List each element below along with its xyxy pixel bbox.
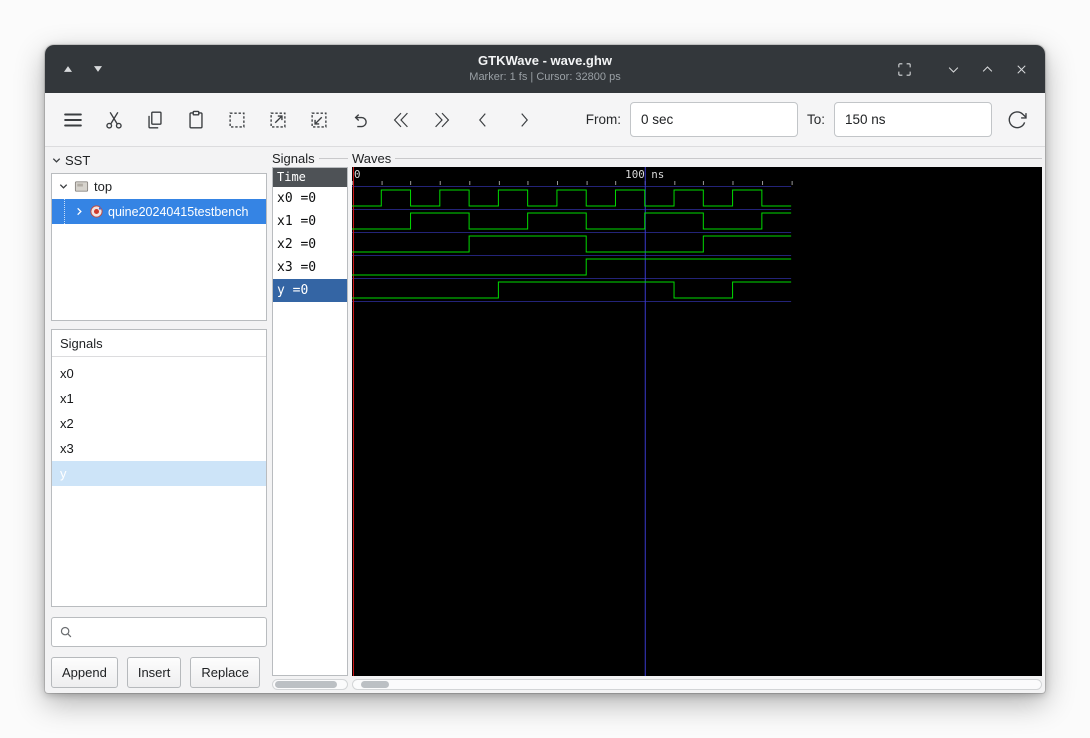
sst-section-header[interactable]: SST [51, 149, 267, 171]
window-title-area: GTKWave - wave.ghw Marker: 1 fs | Cursor… [469, 53, 620, 84]
clipboard-icon [189, 110, 203, 128]
signal-item-x0[interactable]: x0 [52, 361, 266, 386]
undo-button[interactable] [344, 104, 376, 136]
expand-arrow-icon [270, 111, 286, 128]
chevron-down-icon [52, 157, 61, 163]
signal-item-y[interactable]: y [52, 461, 266, 486]
signal-item-x1[interactable]: x1 [52, 386, 266, 411]
to-label: To: [806, 112, 825, 127]
signal-item-x3[interactable]: x3 [52, 436, 266, 461]
close-icon [1017, 64, 1026, 74]
waves-hscrollbar[interactable] [352, 679, 1042, 690]
waves-panel: Waves 0 100 ns [352, 149, 1042, 690]
zoom-to-end-button[interactable] [426, 104, 458, 136]
chevron-up-icon [982, 65, 993, 72]
waveform-plot: 0 100 ns [352, 167, 793, 676]
undo-icon [354, 113, 367, 127]
module-icon [74, 181, 89, 192]
name-row-x1[interactable]: x1 =0 [273, 210, 347, 233]
tree-item-label: top [94, 179, 113, 194]
gtkwave-window: GTKWave - wave.ghw Marker: 1 fs | Cursor… [45, 45, 1045, 693]
window-status-subtitle: Marker: 1 fs | Cursor: 32800 ps [469, 71, 621, 84]
titlebar-left-controls [61, 45, 105, 93]
window-minimize-button[interactable] [944, 60, 963, 79]
names-hscrollbar[interactable] [272, 679, 348, 690]
copy-button[interactable] [139, 104, 171, 136]
from-label: From: [585, 112, 621, 127]
shift-right-button[interactable] [508, 104, 540, 136]
name-row-y[interactable]: y =0 [273, 279, 347, 302]
paste-button[interactable] [180, 104, 212, 136]
toolbar: From: To: [45, 93, 1045, 147]
signals-list-title: Signals [52, 330, 266, 357]
double-chevron-left-icon [393, 112, 408, 127]
zoom-fit-button[interactable] [221, 104, 253, 136]
triangle-down-icon [94, 66, 102, 72]
pane-up-button[interactable] [61, 62, 75, 76]
name-row-x0[interactable]: x0 =0 [273, 187, 347, 210]
window-maximize-button[interactable] [978, 60, 997, 79]
cut-button[interactable] [98, 104, 130, 136]
time-header[interactable]: Time [273, 168, 347, 187]
testbench-icon [90, 205, 103, 218]
reload-icon [1008, 110, 1027, 128]
triangle-up-icon [64, 66, 72, 72]
reload-button[interactable] [1001, 104, 1033, 136]
chevron-right-icon [521, 112, 528, 127]
signal-names-panel: Signals Time x0 =0 x1 =0 x2 =0 x3 =0 y =… [272, 149, 348, 690]
replace-button[interactable]: Replace [190, 657, 261, 688]
search-icon [60, 626, 72, 638]
from-input[interactable] [629, 102, 798, 137]
shift-left-button[interactable] [467, 104, 499, 136]
tree-item-testbench[interactable]: quine20240415testbench [52, 199, 266, 224]
signal-search-box[interactable] [51, 617, 267, 647]
waves-panel-label-text: Waves [352, 150, 392, 166]
signals-panel-label-text: Signals [272, 150, 315, 166]
chevron-left-icon [479, 112, 486, 127]
to-input[interactable] [834, 102, 992, 137]
shrink-arrow-icon [311, 111, 327, 128]
wave-canvas[interactable]: 0 100 ns [352, 167, 1042, 676]
sst-label: SST [65, 152, 91, 168]
waves-hscrollbar-thumb[interactable] [361, 681, 389, 688]
chevron-down-icon [948, 66, 959, 73]
name-row-x3[interactable]: x3 =0 [273, 256, 347, 279]
tree-item-top[interactable]: top [52, 174, 266, 199]
copy-icon [148, 111, 162, 128]
dashed-selection-icon [229, 111, 245, 128]
sst-signals-list: Signals x0 x1 x2 x3 y [51, 329, 267, 607]
zoom-in-button[interactable] [262, 104, 294, 136]
hamburger-menu-icon [64, 112, 82, 127]
zoom-to-start-button[interactable] [385, 104, 417, 136]
scissors-icon [106, 111, 122, 129]
main-area: SST top quine20240415testbench Signals x… [45, 147, 1045, 693]
menu-button[interactable] [57, 104, 89, 136]
insert-button[interactable]: Insert [126, 657, 182, 688]
signals-panel-label: Signals [272, 149, 348, 167]
window-close-button[interactable] [1012, 60, 1031, 79]
tree-guide-line [64, 199, 70, 224]
window-controls [894, 45, 1031, 93]
svg-text:0: 0 [354, 168, 361, 181]
chevron-down-icon [59, 184, 68, 189]
double-chevron-right-icon [435, 112, 450, 127]
window-fit-button[interactable] [894, 59, 915, 80]
sst-tree: top quine20240415testbench [51, 173, 267, 321]
waves-panel-label: Waves [352, 149, 1042, 167]
fit-to-window-icon [898, 62, 911, 76]
pane-down-button[interactable] [91, 62, 105, 76]
names-hscrollbar-thumb[interactable] [275, 681, 337, 688]
chevron-right-icon [77, 207, 82, 216]
zoom-out-button[interactable] [303, 104, 335, 136]
titlebar[interactable]: GTKWave - wave.ghw Marker: 1 fs | Cursor… [45, 45, 1045, 93]
search-input[interactable] [79, 623, 259, 641]
tree-item-label: quine20240415testbench [108, 204, 249, 219]
signal-names-list: Time x0 =0 x1 =0 x2 =0 x3 =0 y =0 [272, 167, 348, 676]
name-row-x2[interactable]: x2 =0 [273, 233, 347, 256]
append-button[interactable]: Append [51, 657, 118, 688]
sst-buttons: Append Insert Replace [51, 657, 267, 688]
sst-panel: SST top quine20240415testbench Signals x… [48, 149, 270, 690]
signal-item-x2[interactable]: x2 [52, 411, 266, 436]
window-title: GTKWave - wave.ghw [478, 53, 612, 69]
